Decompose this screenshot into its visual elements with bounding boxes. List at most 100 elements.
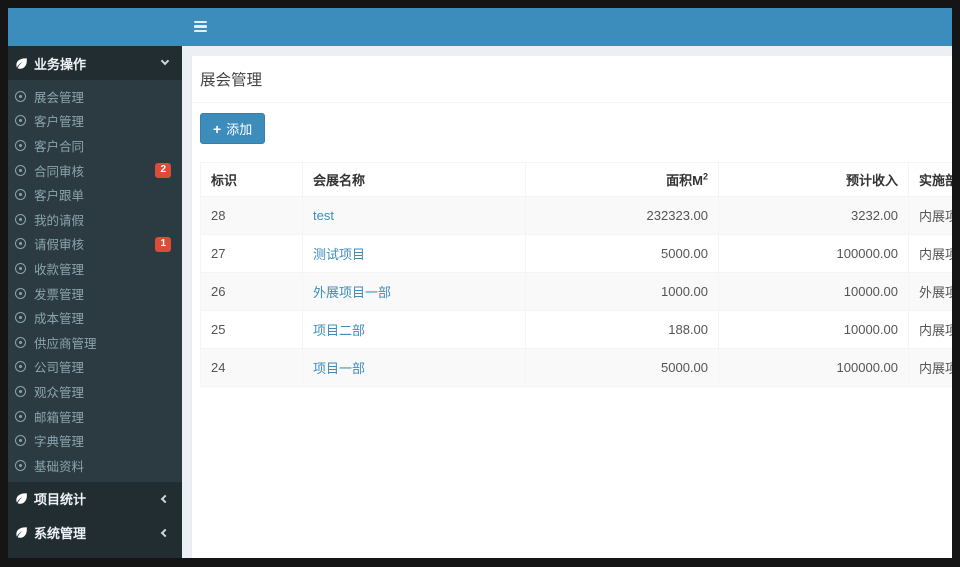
sidebar-section-link[interactable]: 业务操作: [8, 46, 182, 80]
circle-dot-icon: [15, 164, 26, 176]
cell-dept: 内展项目: [908, 196, 952, 235]
exhibition-link[interactable]: test: [313, 208, 334, 223]
sidebar-item[interactable]: 客户合同: [8, 133, 182, 158]
table-row: 26 外展项目一部 1000.0010000.00外展项目: [200, 272, 952, 311]
sidebar-item[interactable]: 邮箱管理: [8, 404, 182, 429]
circle-dot-icon: [15, 139, 26, 151]
sidebar-toggle-button[interactable]: [182, 8, 218, 46]
leaf-icon: [15, 57, 28, 70]
sidebar-item[interactable]: 供应商管理: [8, 330, 182, 355]
column-header: 面积M2: [525, 162, 719, 197]
circle-dot-icon: [15, 336, 26, 348]
content-box: 展会管理 + 添加 标识会展名称面积M2预计收入实施部门 28t: [192, 56, 952, 558]
chevron-icon: [160, 528, 170, 537]
sidebar-item[interactable]: 成本管理: [8, 305, 182, 330]
sidebar-item[interactable]: 观众管理: [8, 379, 182, 404]
sidebar-menu: 业务操作 展会管理 客户管理 客户合同 合同审核 2 客户跟单 我的请假 请假审…: [8, 46, 182, 550]
cell-income: 100000.00: [718, 234, 909, 273]
sidebar-item-label: 客户合同: [34, 139, 85, 154]
leaf-icon: [15, 526, 28, 539]
sidebar-item[interactable]: 展会管理: [8, 84, 182, 109]
exhibition-link[interactable]: 项目二部: [313, 323, 365, 338]
circle-dot-icon: [15, 189, 26, 201]
cell-income: 10000.00: [718, 310, 909, 349]
sidebar-item[interactable]: 发票管理: [8, 281, 182, 306]
sidebar-section-link[interactable]: 项目统计: [8, 482, 182, 516]
sidebar-item[interactable]: 字典管理: [8, 428, 182, 453]
cell-id: 28: [200, 196, 303, 235]
content-area: 展会管理 + 添加 标识会展名称面积M2预计收入实施部门 28t: [182, 46, 952, 558]
sidebar-item-label: 供应商管理: [34, 336, 97, 351]
sidebar-section: 项目统计: [8, 482, 182, 516]
sidebar-item[interactable]: 收款管理: [8, 256, 182, 281]
box-body: + 添加 标识会展名称面积M2预计收入实施部门 28 test 232323.003…: [192, 103, 952, 387]
cell-dept: 内展项目: [908, 348, 952, 387]
cell-area: 232323.00: [525, 196, 719, 235]
sidebar-item-label: 收款管理: [34, 262, 85, 277]
cell-dept: 外展项目: [908, 272, 952, 311]
sidebar-item[interactable]: 客户管理: [8, 109, 182, 134]
circle-dot-icon: [15, 361, 26, 373]
cell-name: 外展项目一部: [302, 272, 526, 311]
sidebar-section: 系统管理: [8, 516, 182, 550]
cell-income: 100000.00: [718, 348, 909, 387]
box-header: 展会管理: [192, 56, 952, 103]
table-header-row: 标识会展名称面积M2预计收入实施部门: [200, 162, 952, 197]
column-header: 会展名称: [302, 162, 526, 197]
notification-badge: 1: [155, 236, 171, 252]
page-title: 展会管理: [200, 72, 263, 89]
sidebar-section-label: 项目统计: [34, 492, 87, 507]
column-header: 实施部门: [908, 162, 952, 197]
table-row: 27 测试项目 5000.00100000.00内展项目: [200, 234, 952, 273]
logo-area: [8, 8, 182, 46]
sidebar-item[interactable]: 公司管理: [8, 355, 182, 380]
sidebar-item[interactable]: 客户跟单: [8, 182, 182, 207]
chevron-icon: [160, 56, 170, 66]
cell-name: test: [302, 196, 526, 235]
cell-id: 24: [200, 348, 303, 387]
sidebar-item[interactable]: 请假审核 1: [8, 232, 182, 257]
sidebar-item[interactable]: 基础资料: [8, 453, 182, 478]
notification-badge: 2: [155, 162, 171, 178]
sidebar-item-label: 我的请假: [34, 213, 85, 228]
sidebar-item[interactable]: 合同审核 2: [8, 158, 182, 183]
add-button[interactable]: + 添加: [200, 113, 266, 144]
cell-name: 项目一部: [302, 348, 526, 387]
circle-dot-icon: [15, 435, 26, 447]
sidebar-item[interactable]: 我的请假: [8, 207, 182, 232]
cell-id: 27: [200, 234, 303, 273]
cell-dept: 内展项目: [908, 234, 952, 273]
add-button-label: 添加: [226, 122, 253, 137]
cell-dept: 内展项目: [908, 310, 952, 349]
column-header: 标识: [200, 162, 303, 197]
app-window: 业务操作 展会管理 客户管理 客户合同 合同审核 2 客户跟单 我的请假 请假审…: [8, 8, 952, 558]
column-header: 预计收入: [718, 162, 909, 197]
sidebar-item-label: 成本管理: [34, 312, 85, 327]
chevron-icon: [160, 494, 170, 503]
sidebar-item-label: 合同审核: [34, 164, 85, 179]
sidebar-section-link[interactable]: 系统管理: [8, 516, 182, 550]
plus-icon: +: [213, 120, 222, 137]
circle-dot-icon: [15, 262, 26, 274]
table-row: 24 项目一部 5000.00100000.00内展项目: [200, 348, 952, 387]
cell-name: 测试项目: [302, 234, 526, 273]
sidebar-item-label: 发票管理: [34, 287, 85, 302]
sidebar-item-label: 字典管理: [34, 435, 85, 450]
sidebar-item-label: 观众管理: [34, 385, 85, 400]
exhibition-link[interactable]: 测试项目: [313, 247, 365, 262]
sidebar-section-label: 业务操作: [34, 56, 87, 72]
sidebar: 业务操作 展会管理 客户管理 客户合同 合同审核 2 客户跟单 我的请假 请假审…: [8, 8, 182, 558]
circle-dot-icon: [15, 115, 26, 127]
screenshot-frame: 业务操作 展会管理 客户管理 客户合同 合同审核 2 客户跟单 我的请假 请假审…: [0, 0, 960, 567]
circle-dot-icon: [15, 90, 26, 102]
circle-dot-icon: [15, 312, 26, 324]
cell-name: 项目二部: [302, 310, 526, 349]
cell-id: 26: [200, 272, 303, 311]
leaf-icon: [15, 492, 28, 505]
exhibition-link[interactable]: 外展项目一部: [313, 285, 391, 300]
cell-income: 3232.00: [718, 196, 909, 235]
sidebar-item-label: 请假审核: [34, 238, 85, 253]
exhibition-link[interactable]: 项目一部: [313, 361, 365, 376]
cell-id: 25: [200, 310, 303, 349]
circle-dot-icon: [15, 287, 26, 299]
